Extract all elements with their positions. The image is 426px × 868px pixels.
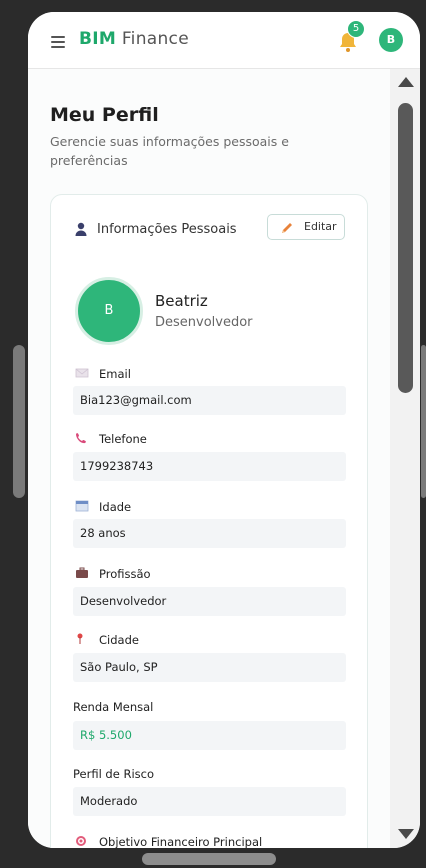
edit-button[interactable]: Editar — [267, 214, 345, 240]
calendar-icon — [75, 500, 89, 512]
scroll-thumb[interactable] — [398, 103, 413, 393]
main-content[interactable]: Meu Perfil Gerencie suas informações pes… — [28, 69, 390, 848]
profile-avatar: B — [75, 277, 143, 345]
email-label: Email — [99, 367, 131, 381]
target-icon — [76, 836, 86, 846]
profile-name: Beatriz — [155, 292, 208, 310]
phone-icon — [76, 433, 86, 444]
profile-role: Desenvolvedor — [155, 315, 253, 330]
brand-strong: BIM — [79, 29, 117, 49]
scroll-up-arrow-icon[interactable] — [398, 77, 414, 87]
scroll-down-arrow-icon[interactable] — [398, 829, 414, 839]
city-label-row: Cidade — [75, 633, 139, 647]
profession-label-row: Profissão — [75, 567, 151, 581]
risk-field: Moderado — [73, 787, 346, 816]
profession-label: Profissão — [99, 567, 151, 581]
city-label: Cidade — [99, 633, 139, 647]
person-icon — [75, 222, 87, 236]
envelope-icon — [75, 368, 89, 378]
goal-label: Objetivo Financeiro Principal — [99, 835, 263, 848]
section-title: Informações Pessoais — [97, 222, 237, 237]
device-side-bar-left — [13, 345, 25, 498]
age-field: 28 anos — [73, 519, 346, 548]
pencil-icon — [282, 223, 292, 233]
notification-badge: 5 — [347, 20, 365, 38]
edit-button-label: Editar — [304, 220, 337, 233]
page-subtitle: Gerencie suas informações pessoais e pre… — [50, 134, 289, 168]
app-header: BIM Finance 5 B — [28, 12, 420, 69]
phone-screen: BIM Finance 5 B Meu Perfil Gerencie suas… — [28, 12, 420, 848]
age-label-row: Idade — [75, 500, 131, 514]
home-indicator[interactable] — [142, 853, 276, 865]
phone-label: Telefone — [99, 432, 147, 446]
map-pin-icon — [77, 633, 83, 644]
device-side-bar-right — [421, 345, 426, 498]
brand-rest: Finance — [121, 29, 189, 49]
personal-info-card: Informações Pessoais Editar B Beatriz De… — [50, 194, 368, 848]
page-title: Meu Perfil — [50, 104, 159, 126]
hamburger-menu-icon[interactable] — [51, 36, 65, 51]
briefcase-icon — [76, 567, 88, 578]
brand-logo: BIM Finance — [79, 29, 189, 49]
age-label: Idade — [99, 500, 132, 514]
email-label-row: Email — [75, 367, 131, 381]
city-field: São Paulo, SP — [73, 653, 346, 682]
goal-label-row: Objetivo Financeiro Principal — [75, 835, 262, 848]
profession-field: Desenvolvedor — [73, 587, 346, 616]
phone-field: 1799238743 — [73, 452, 346, 481]
income-field: R$ 5.500 — [73, 721, 346, 750]
risk-label: Perfil de Risco — [73, 767, 154, 781]
user-avatar[interactable]: B — [379, 28, 403, 52]
phone-label-row: Telefone — [75, 432, 147, 446]
income-label: Renda Mensal — [73, 700, 154, 714]
vertical-scrollbar[interactable] — [390, 69, 420, 848]
email-field: Bia123@gmail.com — [73, 386, 346, 415]
